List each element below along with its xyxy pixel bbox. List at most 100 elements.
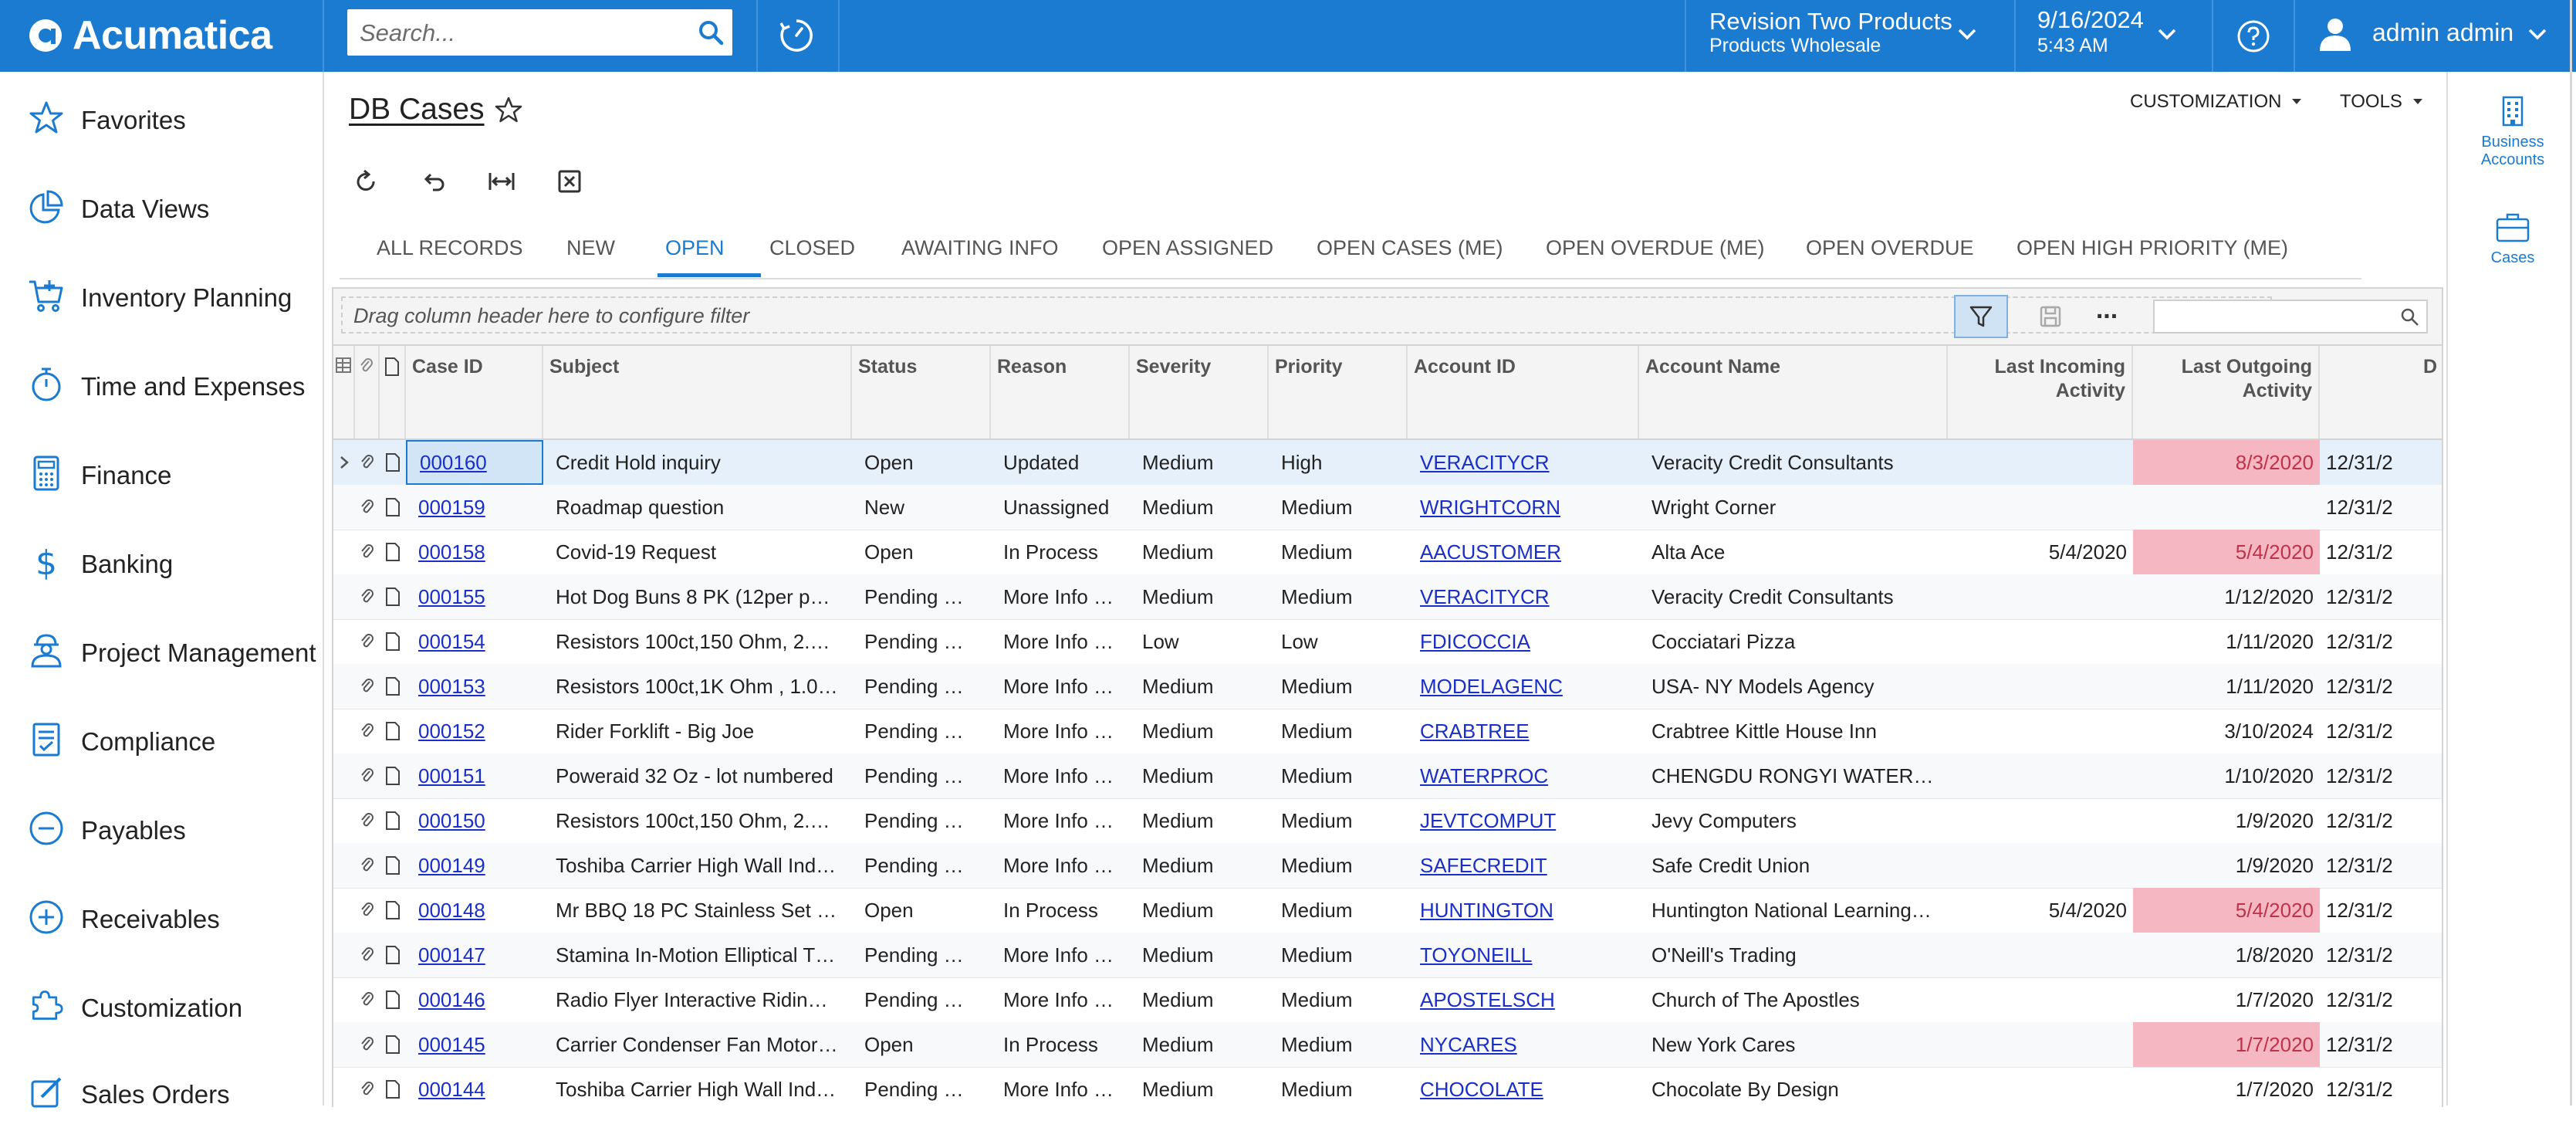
case-id-link[interactable]: 000147 xyxy=(406,933,543,977)
column-header-account-name[interactable]: Account Name xyxy=(1639,346,1948,439)
header-notes[interactable] xyxy=(380,346,406,439)
help-button[interactable] xyxy=(2213,0,2294,72)
case-id-link[interactable]: 000159 xyxy=(406,485,543,530)
column-header-reason[interactable]: Reason xyxy=(991,346,1130,439)
row-note-button[interactable] xyxy=(380,574,406,619)
row-attachment-button[interactable] xyxy=(355,619,380,664)
sidebar-item-payables[interactable]: Payables xyxy=(0,790,323,867)
case-id-link[interactable]: 000153 xyxy=(406,664,543,709)
favorite-star-icon[interactable] xyxy=(494,96,523,125)
account-id-link[interactable]: AACUSTOMER xyxy=(1408,530,1639,574)
case-id-link[interactable]: 000146 xyxy=(406,977,543,1022)
account-id-link[interactable]: CRABTREE xyxy=(1408,709,1639,753)
row-selector[interactable] xyxy=(333,1067,355,1107)
row-attachment-button[interactable] xyxy=(355,440,380,485)
column-header-next[interactable]: D xyxy=(2320,346,2442,439)
column-header-priority[interactable]: Priority xyxy=(1269,346,1408,439)
undo-button[interactable] xyxy=(417,164,451,198)
sidebar-item-banking[interactable]: $ Banking xyxy=(0,523,323,601)
header-attachments[interactable] xyxy=(355,346,380,439)
row-selector[interactable] xyxy=(333,753,355,798)
table-row[interactable]: 000144 Toshiba Carrier High Wall Ind… Pend… xyxy=(333,1067,2442,1107)
row-note-button[interactable] xyxy=(380,798,406,843)
tab-open-assigned[interactable]: OPEN ASSIGNED xyxy=(1102,236,1273,260)
account-id-link[interactable]: HUNTINGTON xyxy=(1408,888,1639,933)
row-selector[interactable] xyxy=(333,1022,355,1067)
sidebar-item-project-management[interactable]: Project Management xyxy=(0,612,323,689)
row-note-button[interactable] xyxy=(380,485,406,530)
account-id-link[interactable]: JEVTCOMPUT xyxy=(1408,798,1639,843)
recent-history-button[interactable] xyxy=(758,12,835,59)
table-row[interactable]: 000145 Carrier Condenser Fan Motor… Open In… xyxy=(333,1022,2442,1068)
row-selector[interactable] xyxy=(333,843,355,888)
account-id-link[interactable]: NYCARES xyxy=(1408,1022,1639,1067)
column-header-last-incoming[interactable]: Last Incoming Activity xyxy=(1948,346,2133,439)
fit-to-screen-button[interactable] xyxy=(485,164,519,198)
table-row[interactable]: 000158 Covid-19 Request Open In Process Medi… xyxy=(333,530,2442,575)
row-attachment-button[interactable] xyxy=(355,709,380,753)
sidebar-item-receivables[interactable]: Receivables xyxy=(0,879,323,956)
case-id-link[interactable]: 000160 xyxy=(406,440,543,485)
row-selector[interactable] xyxy=(333,977,355,1022)
column-header-subject[interactable]: Subject xyxy=(543,346,852,439)
table-row[interactable]: 000147 Stamina In-Motion Elliptical T… Pen… xyxy=(333,933,2442,978)
table-row[interactable]: 000148 Mr BBQ 18 PC Stainless Set … Open In… xyxy=(333,888,2442,933)
column-header-status[interactable]: Status xyxy=(852,346,991,439)
sidebar-item-finance[interactable]: Finance xyxy=(0,435,323,512)
account-id-link[interactable]: MODELAGENC xyxy=(1408,664,1639,709)
table-row[interactable]: 000150 Resistors 100ct,150 Ohm, 2.… Pendin… xyxy=(333,798,2442,844)
row-selector[interactable] xyxy=(333,888,355,933)
case-id-link[interactable]: 000145 xyxy=(406,1022,543,1067)
table-row[interactable]: 000159 Roadmap question New Unassigned Mediu… xyxy=(333,485,2442,530)
row-note-button[interactable] xyxy=(380,1067,406,1107)
row-attachment-button[interactable] xyxy=(355,843,380,888)
sidebar-item-data-views[interactable]: Data Views xyxy=(0,168,323,246)
row-attachment-button[interactable] xyxy=(355,933,380,977)
save-filter-button[interactable] xyxy=(2031,298,2070,335)
sidebar-item-sales-orders[interactable]: Sales Orders xyxy=(0,1054,323,1131)
tab-open-overdue[interactable]: OPEN OVERDUE xyxy=(1806,236,1974,260)
row-attachment-button[interactable] xyxy=(355,753,380,798)
table-row[interactable]: 000149 Toshiba Carrier High Wall Ind… Pend… xyxy=(333,843,2442,889)
row-selector[interactable] xyxy=(333,485,355,530)
row-attachment-button[interactable] xyxy=(355,1067,380,1107)
column-header-case-id[interactable]: Case ID xyxy=(406,346,543,439)
account-id-link[interactable]: VERACITYCR xyxy=(1408,574,1639,619)
row-note-button[interactable] xyxy=(380,1022,406,1067)
grid-search-box[interactable] xyxy=(2153,300,2428,334)
row-attachment-button[interactable] xyxy=(355,530,380,574)
account-id-link[interactable]: APOSTELSCH xyxy=(1408,977,1639,1022)
search-icon[interactable] xyxy=(2400,307,2420,327)
case-id-link[interactable]: 000148 xyxy=(406,888,543,933)
row-attachment-button[interactable] xyxy=(355,574,380,619)
search-icon[interactable] xyxy=(697,19,725,46)
row-note-button[interactable] xyxy=(380,664,406,709)
sidebar-item-compliance[interactable]: Compliance xyxy=(0,701,323,778)
cases-link[interactable]: Cases xyxy=(2448,211,2576,267)
row-attachment-button[interactable] xyxy=(355,485,380,530)
tab-new[interactable]: NEW xyxy=(566,236,615,260)
row-attachment-button[interactable] xyxy=(355,1022,380,1067)
grid-search-input[interactable] xyxy=(2159,304,2394,330)
row-note-button[interactable] xyxy=(380,440,406,485)
tab-awaiting-info[interactable]: AWAITING INFO xyxy=(901,236,1059,260)
row-attachment-button[interactable] xyxy=(355,664,380,709)
row-note-button[interactable] xyxy=(380,753,406,798)
row-selector[interactable] xyxy=(333,709,355,753)
table-row[interactable]: 000155 Hot Dog Buns 8 PK (12per p… Pending… xyxy=(333,574,2442,620)
customization-menu[interactable]: CUSTOMIZATION xyxy=(2130,91,2303,113)
table-row[interactable]: 000151 Poweraid 32 Oz - lot numbered Pendi… xyxy=(333,753,2442,799)
account-id-link[interactable]: TOYONEILL xyxy=(1408,933,1639,977)
row-note-button[interactable] xyxy=(380,888,406,933)
account-id-link[interactable]: FDICOCCIA xyxy=(1408,619,1639,664)
business-date-selector[interactable]: 9/16/2024 5:43 AM xyxy=(2016,0,2213,72)
sidebar-item-time-and-expenses[interactable]: Time and Expenses xyxy=(0,346,323,423)
column-header-severity[interactable]: Severity xyxy=(1130,346,1269,439)
tab-closed[interactable]: CLOSED xyxy=(769,236,855,260)
more-options-button[interactable]: ... xyxy=(2084,296,2130,335)
table-row[interactable]: 000160 Credit Hold inquiry Open Updated Medi… xyxy=(333,440,2442,486)
case-id-link[interactable]: 000158 xyxy=(406,530,543,574)
tab-all-records[interactable]: ALL RECORDS xyxy=(377,236,523,260)
tab-open-cases-me[interactable]: OPEN CASES (ME) xyxy=(1317,236,1503,260)
case-id-link[interactable]: 000149 xyxy=(406,843,543,888)
